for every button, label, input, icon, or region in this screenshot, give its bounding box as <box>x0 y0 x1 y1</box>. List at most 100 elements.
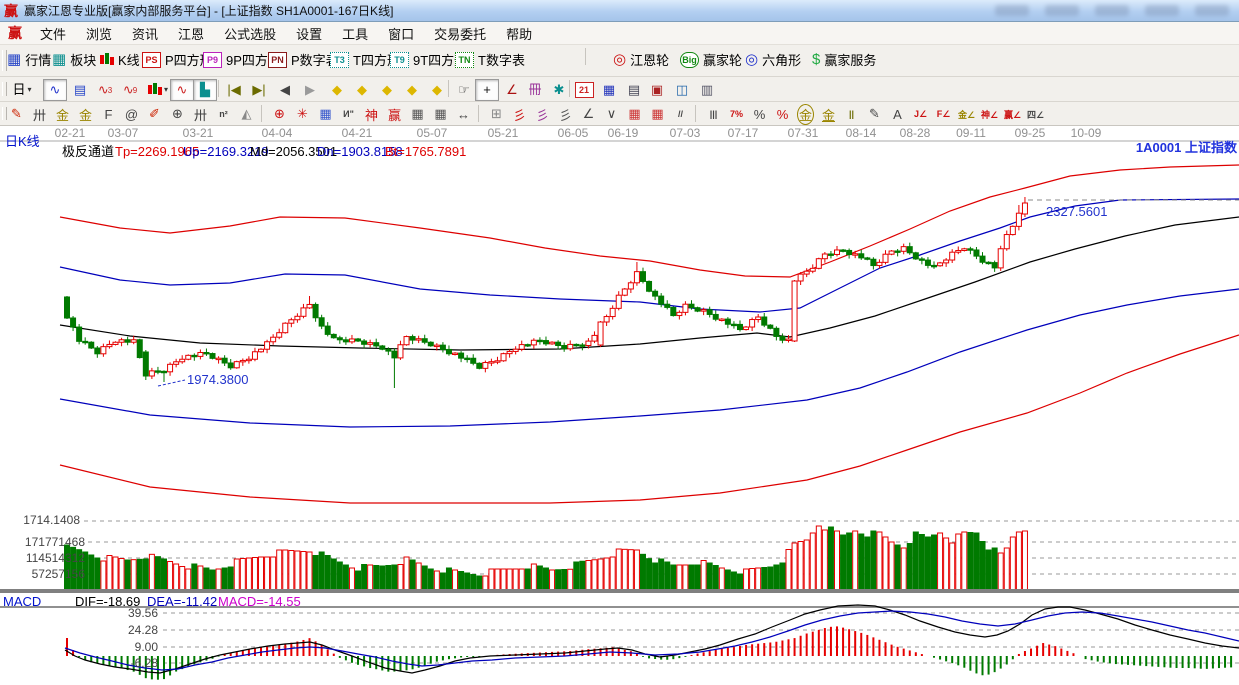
period-day-dropdown-icon[interactable]: ▾ <box>28 81 32 99</box>
tool-button-notes-tool[interactable]: ▤ <box>622 79 646 101</box>
draw-tool-gold-scale-2-icon[interactable]: 金 <box>75 105 96 123</box>
toolbar-button-winner-service[interactable]: $赢家服务 <box>812 50 876 69</box>
draw-tool-gold-circle-icon[interactable]: 金 <box>795 105 816 123</box>
draw-tool-star-grid-icon[interactable]: ✳ <box>292 105 313 123</box>
draw-tool-shen-scale-icon[interactable]: 神 <box>361 105 382 123</box>
draw-tool-gann-scale-icon[interactable]: 卅 <box>29 105 50 123</box>
tool-button-workstation-tool[interactable]: ▥ <box>695 79 719 101</box>
draw-tool-parallel-lines-icon[interactable]: // <box>670 105 691 123</box>
toolbar-button-kline[interactable]: K线 <box>100 50 140 69</box>
draw-tool-spiral-tool-icon[interactable]: @ <box>121 105 142 123</box>
draw-tool-a-wave-icon[interactable]: A <box>887 105 908 123</box>
toolbar-button-winner-wheel[interactable]: Big赢家轮 <box>680 50 742 69</box>
menu-item-6[interactable]: 工具 <box>332 22 378 45</box>
toolbar-button-gann-wheel[interactable]: ◎江恩轮 <box>613 50 669 69</box>
tool-button-pattern-tool[interactable]: ✱ <box>547 79 571 101</box>
draw-tool-n-wave-icon[interactable]: И" <box>338 105 359 123</box>
menu-item-1[interactable]: 浏览 <box>76 22 122 45</box>
volume-bar <box>210 570 215 590</box>
draw-tool-b-bars-icon[interactable]: || <box>841 105 862 123</box>
draw-tool-pen-tool-icon[interactable]: ✎ <box>6 105 27 123</box>
titlebar-blur-artifact <box>1145 5 1179 16</box>
tool-button-zoom-horizontal[interactable]: ◆ <box>375 79 399 101</box>
draw-tool-n-square-icon[interactable]: n² <box>213 105 234 123</box>
draw-tool-angle-lines-icon[interactable]: ∠ <box>578 105 599 123</box>
toolbar-button-t-number-table[interactable]: TNT数字表 <box>455 50 525 69</box>
tool-button-zoom-out-all[interactable]: ◆ <box>400 79 424 101</box>
draw-tool-grid-red-icon[interactable]: ▦ <box>624 105 645 123</box>
tool-button-pan-right[interactable]: ◆ <box>350 79 374 101</box>
tool-button-zigzag-red[interactable]: ∿ <box>170 79 194 101</box>
toolbar-button-p-number-table[interactable]: PNP数字表 <box>268 50 339 69</box>
tool-button-zoom-in-all[interactable]: ◆ <box>425 79 449 101</box>
draw-tool-gold-scale-1-icon[interactable]: 金 <box>52 105 73 123</box>
menu-item-7[interactable]: 窗口 <box>378 22 424 45</box>
menu-item-3[interactable]: 江恩 <box>168 22 214 45</box>
draw-tool-gold-line-icon[interactable]: 金 <box>818 105 839 123</box>
tool-button-hand-tool[interactable]: ☞ <box>452 79 476 101</box>
tool-button-calendar-tool[interactable]: 21 <box>572 79 596 101</box>
tool-button-wave-3[interactable]: ∿3 <box>93 79 117 101</box>
draw-tool-fan-box-purple-icon[interactable]: 彡 <box>532 105 553 123</box>
tool-button-zigzag-overlay[interactable]: ∿ <box>43 79 67 101</box>
candle-body <box>495 361 500 362</box>
tool-button-prev-bar[interactable]: ◀ <box>273 79 297 101</box>
draw-tool-v-bottom-icon[interactable]: ∨ <box>601 105 622 123</box>
tool-button-protractor-tool[interactable]: ∠ <box>500 79 524 101</box>
draw-tool-ying-scale-icon[interactable]: 赢 <box>384 105 405 123</box>
draw-tool-bars-135-icon[interactable]: ||| <box>703 105 724 123</box>
toolbar-button-hexagon[interactable]: ◎六角形 <box>745 50 801 69</box>
draw-tool-j-angle-icon[interactable]: J∠ <box>910 105 931 123</box>
draw-tool-grid-arrow-icon[interactable]: ▦ <box>647 105 668 123</box>
kline-chart[interactable]: 02-2103-0703-2104-0404-2105-0705-2106-05… <box>0 126 1239 680</box>
chart-panel[interactable]: 02-2103-0703-2104-0404-2105-0705-2106-05… <box>0 126 1239 680</box>
candle-style-dropdown-icon[interactable]: ▾ <box>164 81 168 99</box>
tool-button-net-tool[interactable]: ◫ <box>670 79 694 101</box>
menu-item-2[interactable]: 资讯 <box>122 22 168 45</box>
draw-tool-f-scale-icon[interactable]: F <box>98 105 119 123</box>
tool-button-last-bar[interactable]: ▶| <box>247 79 271 101</box>
tool-button-first-bar[interactable]: |◀ <box>222 79 246 101</box>
tool-button-wave-9[interactable]: ∿9 <box>118 79 142 101</box>
toolbar-button-sectors[interactable]: ▦板块 <box>52 50 96 69</box>
draw-tool-width-measure-icon[interactable]: ↔ <box>453 105 474 123</box>
draw-tool-time-cycle-icon[interactable]: ⊕ <box>167 105 188 123</box>
draw-tool-target-red-icon[interactable]: ⊕ <box>269 105 290 123</box>
pane-separator[interactable] <box>0 589 1239 593</box>
menu-item-0[interactable]: 文件 <box>30 22 76 45</box>
tool-button-frame-tool[interactable]: 冊 <box>523 79 547 101</box>
draw-tool-brush-tool-icon[interactable]: ✐ <box>144 105 165 123</box>
draw-tool-grid-blue-icon[interactable]: ▦ <box>315 105 336 123</box>
draw-tool-angle-gauge-icon[interactable]: ◭ <box>236 105 257 123</box>
draw-tool-shen-angle-icon[interactable]: 神∠ <box>979 105 1000 123</box>
tool-button-pan-left[interactable]: ◆ <box>325 79 349 101</box>
menu-item-8[interactable]: 交易委托 <box>424 22 496 45</box>
tool-button-save-tool[interactable]: ▣ <box>645 79 669 101</box>
draw-tool-grid-count-icon[interactable]: ▦ <box>430 105 451 123</box>
draw-tool-si-angle-icon[interactable]: 四∠ <box>1025 105 1046 123</box>
tool-button-calculator-tool[interactable]: ▦ <box>597 79 621 101</box>
tool-button-profile-chart[interactable]: ▙ <box>193 79 217 101</box>
volume-bar <box>489 569 494 590</box>
draw-tool-percent-red-icon[interactable]: % <box>772 105 793 123</box>
draw-tool-grid-123-icon[interactable]: ▦ <box>407 105 428 123</box>
menu-item-4[interactable]: 公式选股 <box>214 22 286 45</box>
toolbar-button-quotes[interactable]: ▦行情 <box>7 50 51 69</box>
draw-tool-scale-2-icon[interactable]: 卅 <box>190 105 211 123</box>
draw-tool-f-angle-icon[interactable]: F∠ <box>933 105 954 123</box>
tool-button-next-bar[interactable]: ▶ <box>298 79 322 101</box>
menu-item-9[interactable]: 帮助 <box>496 22 542 45</box>
tool-button-crosshair-tool[interactable]: + <box>475 79 499 101</box>
macd-scale-label: 39.56 <box>128 606 158 620</box>
draw-tool-fan-red-icon[interactable]: 彡 <box>509 105 530 123</box>
menu-item-5[interactable]: 设置 <box>286 22 332 45</box>
draw-tool-gold-angle-icon[interactable]: 金∠ <box>956 105 977 123</box>
draw-tool-fan-box-gray-icon[interactable]: 彡 <box>555 105 576 123</box>
draw-tool-box-measure-icon[interactable]: ⊞ <box>486 105 507 123</box>
tool-button-info-list[interactable]: ▤ <box>68 79 92 101</box>
draw-tool-percent-7-icon[interactable]: 7% <box>726 105 747 123</box>
draw-tool-ying-angle-icon[interactable]: 赢∠ <box>1002 105 1023 123</box>
draw-tool-pen-fine-icon[interactable]: ✎ <box>864 105 885 123</box>
tool-button-period-day[interactable]: 日▾ <box>5 79 39 101</box>
draw-tool-percent-icon[interactable]: % <box>749 105 770 123</box>
